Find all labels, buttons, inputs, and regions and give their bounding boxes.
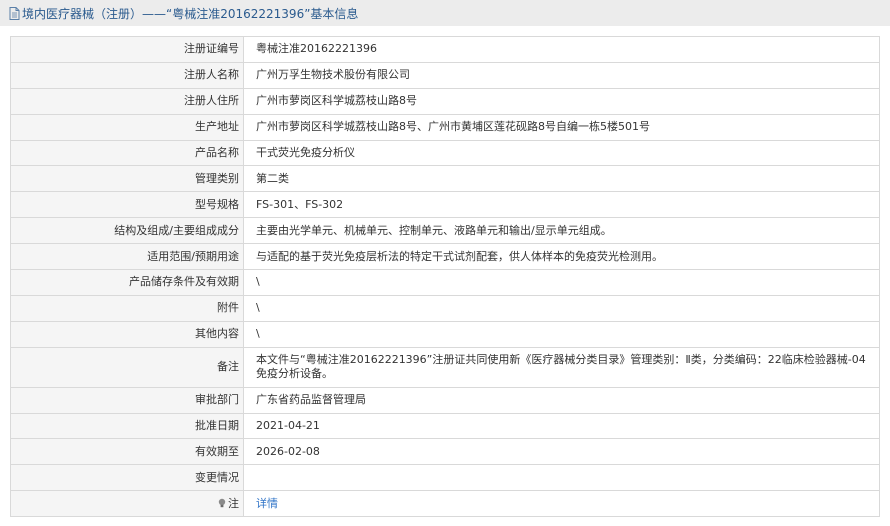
row-value: 主要由光学单元、机械单元、控制单元、液路单元和输出/显示单元组成。: [243, 217, 880, 245]
table-row: 审批部门 广东省药品监督管理局: [10, 386, 880, 414]
row-label: 生产地址: [10, 113, 244, 141]
table-row: 注册人住所 广州市萝岗区科学城荔枝山路8号: [10, 87, 880, 115]
row-label: 适用范围/预期用途: [10, 243, 244, 271]
row-label: 变更情况: [10, 464, 244, 492]
note-label-cell: 注: [10, 490, 244, 518]
row-label: 产品储存条件及有效期: [10, 269, 244, 296]
table-row: 产品储存条件及有效期 \: [10, 269, 880, 296]
row-value: 广东省药品监督管理局: [243, 386, 880, 414]
row-value: 与适配的基于荧光免疫层析法的特定干式试剂配套，供人体样本的免疫荧光检测用。: [243, 243, 880, 271]
row-label: 产品名称: [10, 139, 244, 167]
row-label: 批准日期: [10, 412, 244, 440]
row-value: [243, 464, 880, 492]
table-row: 生产地址 广州市萝岗区科学城荔枝山路8号、广州市黄埔区莲花砚路8号自编一栋5楼5…: [10, 113, 880, 141]
table-row: 结构及组成/主要组成成分 主要由光学单元、机械单元、控制单元、液路单元和输出/显…: [10, 217, 880, 245]
row-label: 管理类别: [10, 165, 244, 193]
table-row: 注册人名称 广州万孚生物技术股份有限公司: [10, 61, 880, 89]
table-row: 备注 本文件与“粤械注准20162221396”注册证共同使用新《医疗器械分类目…: [10, 346, 880, 388]
table-row: 批准日期 2021-04-21: [10, 412, 880, 440]
row-value: 第二类: [243, 165, 880, 193]
table-row: 型号规格 FS-301、FS-302: [10, 191, 880, 219]
row-value: \: [243, 269, 880, 296]
row-label: 有效期至: [10, 438, 244, 466]
row-value: FS-301、FS-302: [243, 191, 880, 219]
row-value: \: [243, 294, 880, 322]
document-icon: [9, 6, 20, 20]
row-value: 粤械注准20162221396: [243, 36, 880, 63]
row-label: 其他内容: [10, 320, 244, 348]
row-label: 备注: [10, 346, 244, 388]
lightbulb-icon: [218, 498, 226, 507]
row-label: 附件: [10, 294, 244, 322]
row-value: 广州市萝岗区科学城荔枝山路8号: [243, 87, 880, 115]
row-label: 结构及组成/主要组成成分: [10, 217, 244, 245]
note-row: 注 详情: [10, 490, 880, 518]
table-row: 适用范围/预期用途 与适配的基于荧光免疫层析法的特定干式试剂配套，供人体样本的免…: [10, 243, 880, 271]
table-row: 产品名称 干式荧光免疫分析仪: [10, 139, 880, 167]
table-row: 有效期至 2026-02-08: [10, 438, 880, 466]
note-label: 注: [228, 496, 239, 510]
table-row: 附件 \: [10, 294, 880, 322]
page-title: 境内医疗器械（注册）——“粤械注准20162221396”基本信息: [22, 6, 359, 21]
details-link[interactable]: 详情: [256, 497, 278, 510]
row-label: 型号规格: [10, 191, 244, 219]
row-value: 本文件与“粤械注准20162221396”注册证共同使用新《医疗器械分类目录》管…: [243, 346, 880, 388]
table-row: 注册证编号 粤械注准20162221396: [10, 36, 880, 63]
row-label: 注册人住所: [10, 87, 244, 115]
device-info-table: 注册证编号 粤械注准20162221396 注册人名称 广州万孚生物技术股份有限…: [10, 36, 880, 518]
row-value: 2026-02-08: [243, 438, 880, 466]
row-value: 广州市萝岗区科学城荔枝山路8号、广州市黄埔区莲花砚路8号自编一栋5楼501号: [243, 113, 880, 141]
row-value: 干式荧光免疫分析仪: [243, 139, 880, 167]
row-value: \: [243, 320, 880, 348]
row-label: 注册证编号: [10, 36, 244, 63]
row-value: 2021-04-21: [243, 412, 880, 440]
page-header: 境内医疗器械（注册）——“粤械注准20162221396”基本信息: [0, 0, 890, 26]
row-label: 审批部门: [10, 386, 244, 414]
table-row: 管理类别 第二类: [10, 165, 880, 193]
table-row: 变更情况: [10, 464, 880, 492]
row-label: 注册人名称: [10, 61, 244, 89]
table-row: 其他内容 \: [10, 320, 880, 348]
note-value-cell: 详情: [243, 490, 880, 518]
row-value: 广州万孚生物技术股份有限公司: [243, 61, 880, 89]
